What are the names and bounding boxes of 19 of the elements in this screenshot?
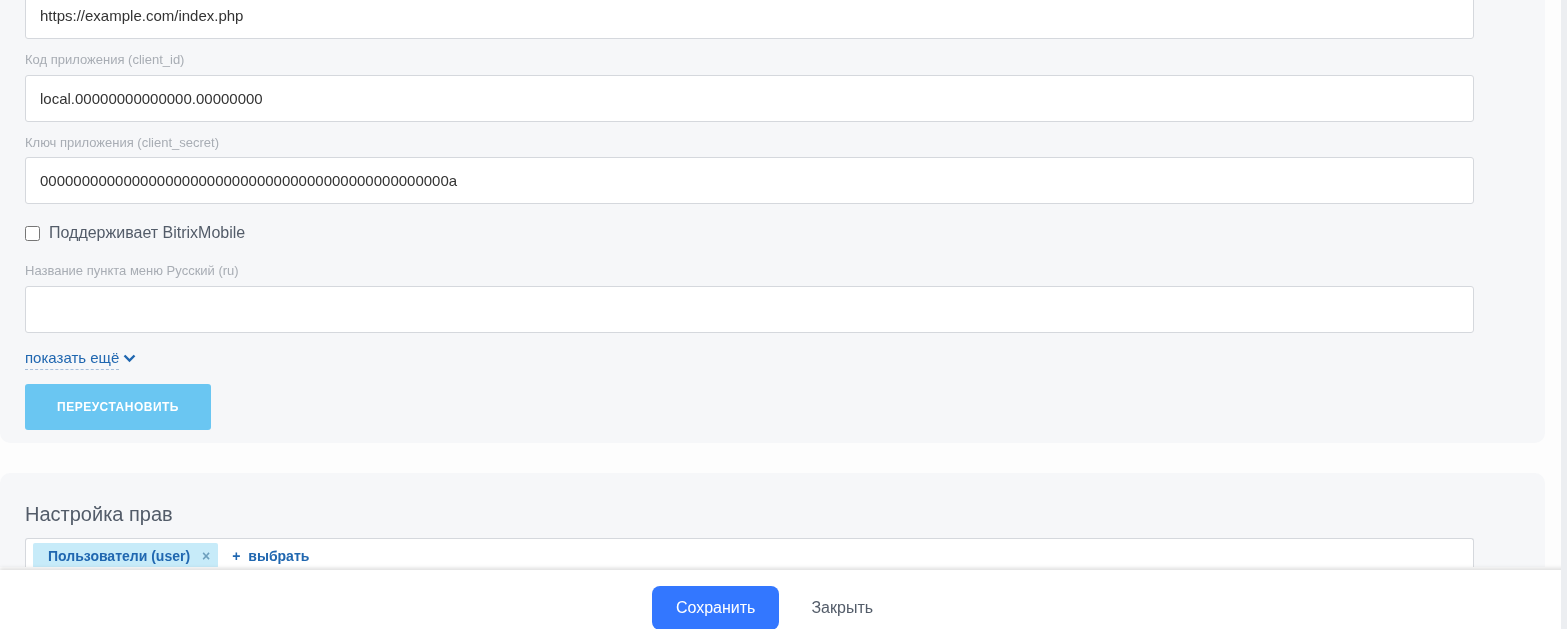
tag-selector-field[interactable]: Пользователи (user) × + выбрать bbox=[25, 538, 1474, 567]
field-label: Ключ приложения (client_secret) bbox=[25, 133, 220, 152]
show-more-link[interactable]: показать ещё bbox=[25, 346, 120, 370]
checkbox[interactable] bbox=[25, 225, 40, 241]
checkbox-label: Поддерживает BitrixMobile bbox=[49, 223, 246, 243]
input-field[interactable]: https://example.com/index.php bbox=[25, 0, 1474, 39]
input-field[interactable]: local.00000000000000.00000000 bbox=[25, 74, 1474, 122]
tag-label: Пользователи (user) bbox=[48, 548, 191, 564]
section-title: Настройка прав bbox=[25, 502, 174, 527]
field-label: Код приложения (client_id) bbox=[25, 51, 186, 69]
tag[interactable]: Пользователи (user) × bbox=[33, 543, 219, 567]
input-field[interactable]: 0000000000000000000000000000000000000000000000000a bbox=[25, 157, 1474, 204]
chevron-down-icon[interactable] bbox=[123, 353, 137, 363]
close-button[interactable]: Закрыть bbox=[791, 586, 894, 629]
scrollbar[interactable] bbox=[1561, 0, 1567, 629]
input-field[interactable] bbox=[25, 285, 1474, 333]
add-link[interactable]: + выбрать bbox=[232, 543, 310, 564]
field-label: Название пункта меню Русский (ru) bbox=[25, 262, 240, 280]
save-button[interactable]: Сохранить bbox=[651, 586, 780, 629]
